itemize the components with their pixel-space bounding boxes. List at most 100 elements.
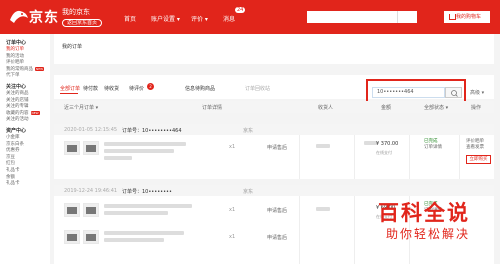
sidebar-group-title: 订单中心	[6, 40, 27, 46]
order-price: ¥ 370.00	[376, 141, 399, 147]
product-image[interactable]	[83, 230, 99, 244]
product-title-blurred[interactable]	[104, 149, 174, 153]
product-image[interactable]	[64, 230, 80, 244]
column-divider	[409, 135, 410, 179]
site-search-button[interactable]	[397, 11, 417, 23]
order-search-input[interactable]: 10•••••••464	[372, 87, 445, 98]
watermark-logo: 百科全说 助你轻松解决	[378, 200, 470, 242]
message-count-badge: 24	[235, 7, 246, 13]
new-badge: NEW	[35, 66, 45, 71]
order-item: 2020-01-05 12:15:45 订单号：10••••••••464 京东…	[54, 124, 494, 179]
tab-all-orders[interactable]: 全部订单	[60, 85, 80, 92]
cart-icon	[449, 14, 456, 20]
col-actions: 操作	[471, 105, 482, 111]
search-icon	[451, 90, 458, 97]
active-tab-underline	[60, 93, 78, 94]
tab-pending-receipt[interactable]: 待收货	[104, 85, 119, 92]
order-recycle-bin-link[interactable]: 订单回收站	[245, 85, 270, 92]
shop-name[interactable]: 京东	[243, 188, 253, 195]
column-divider	[459, 135, 460, 179]
order-status: 已完成 订单详情	[424, 139, 442, 151]
view-invoice-link[interactable]: 查看发票	[466, 145, 484, 151]
sidebar-item-followed-events[interactable]: 关注的活动	[6, 117, 50, 124]
advanced-search-link[interactable]: 高级 ▾	[470, 89, 484, 96]
quantity: x1	[229, 234, 236, 240]
quantity: x1	[229, 207, 236, 213]
order-header: 2020-01-05 12:15:45 订单号：10••••••••464 京东	[54, 124, 494, 135]
tab-pending-review[interactable]: 待评价	[129, 85, 144, 92]
watermark-title: 百科全说	[378, 201, 470, 225]
jd-dog-logo-icon[interactable]	[8, 6, 30, 26]
order-date: 2020-01-05 12:15:45	[64, 127, 118, 133]
sidebar-group-orders: 订单中心 我的订单 我的活动 评价晒单 我的常购商品 NEW 代下单	[6, 40, 50, 80]
order-date: 2019-12-24 19:46:41	[64, 188, 118, 194]
product-title-blurred[interactable]	[104, 142, 186, 146]
payment-method: 在线支付	[376, 150, 392, 155]
back-home-link[interactable]: 返回京东首页	[62, 19, 102, 27]
product-title-blurred[interactable]	[104, 156, 132, 160]
buy-again-button[interactable]: 立即购买	[466, 155, 491, 164]
apply-after-sale-link[interactable]: 申请售后	[267, 234, 287, 241]
col-status-filter[interactable]: 全部状态 ▾	[424, 104, 448, 111]
product-title-blurred[interactable]	[104, 238, 164, 242]
my-jd-title: 我的京东	[62, 8, 90, 16]
top-header: 京东 我的京东 返回京东首页 首页 账户设置 ▾ 评价 ▾ 消息 24 我的购物…	[0, 0, 500, 34]
order-table-header: 近三个月订单 ▾ 订单详情 收货人 金额 全部状态 ▾ 操作	[54, 101, 494, 113]
col-consignee: 收货人	[318, 105, 334, 111]
column-divider	[354, 135, 355, 179]
brand-name[interactable]: 京东	[29, 7, 59, 27]
consignee-blurred	[316, 144, 330, 148]
product-image[interactable]	[64, 141, 80, 155]
apply-after-sale-link[interactable]: 申请售后	[267, 144, 287, 151]
left-sidebar: 订单中心 我的订单 我的活动 评价晒单 我的常购商品 NEW 代下单 关注中心 关…	[0, 34, 50, 264]
nav-home[interactable]: 首页	[124, 14, 136, 23]
product-title-blurred[interactable]	[104, 211, 168, 215]
watermark-subtitle: 助你轻松解决	[386, 227, 471, 241]
col-order-detail: 订单详情	[202, 105, 223, 111]
sidebar-item-vault[interactable]: 小金库	[6, 135, 50, 142]
sidebar-group-assets: 资产中心 小金库 京东白条 优惠券 京豆 红包 礼品卡 余额 礼品卡	[6, 128, 50, 188]
consignee-blurred	[316, 207, 330, 211]
nav-reviews[interactable]: 评价 ▾	[191, 14, 208, 23]
sidebar-item-label: 收藏的内容	[6, 110, 29, 116]
column-divider	[354, 196, 355, 264]
sidebar-group-follow: 关注中心 关注的商品 关注的店铺 关注的专辑 收藏的内容 NEW 关注的活动	[6, 84, 50, 124]
column-divider	[299, 196, 300, 264]
shop-name[interactable]: 京东	[243, 127, 253, 134]
sidebar-item-followed-albums[interactable]: 关注的专辑	[6, 104, 50, 111]
sidebar-item-my-orders[interactable]: 我的订单	[6, 47, 50, 54]
product-title-blurred[interactable]	[104, 204, 192, 208]
sidebar-item-coupons[interactable]: 优惠券	[6, 148, 50, 155]
site-search-input[interactable]	[307, 11, 397, 23]
sidebar-group-title: 关注中心	[6, 83, 27, 90]
sidebar-item-gift-cards[interactable]: 礼品卡	[6, 168, 50, 175]
sidebar-item-label: 我的常购商品	[6, 66, 33, 72]
order-detail-link[interactable]: 订单详情	[424, 145, 442, 151]
column-divider	[299, 135, 300, 179]
pending-review-count-badge: 2	[147, 83, 154, 90]
product-image[interactable]	[83, 141, 99, 155]
order-number[interactable]: 订单号：10••••••••464	[122, 127, 182, 134]
pending-purchase-link[interactable]: 信息待购商品	[185, 85, 215, 92]
quantity: x1	[229, 144, 236, 150]
sidebar-item-red-packets[interactable]: 红包	[6, 161, 50, 168]
sidebar-group-title: 资产中心	[6, 127, 27, 134]
sidebar-item-gift-cards-2[interactable]: 礼品卡	[6, 181, 50, 188]
order-search-button[interactable]	[445, 87, 462, 98]
apply-after-sale-link[interactable]: 申请售后	[267, 207, 287, 214]
page-title: 我的订单	[54, 34, 494, 64]
sidebar-item-proxy-order[interactable]: 代下单	[6, 73, 50, 80]
sidebar-item-followed-products[interactable]: 关注的商品	[6, 91, 50, 98]
col-time-filter[interactable]: 近三个月订单 ▾	[64, 104, 98, 111]
product-image[interactable]	[64, 203, 80, 217]
order-header: 2019-12-24 19:46:41 订单号：10•••••••• 京东	[54, 185, 494, 196]
product-title-blurred[interactable]	[104, 231, 184, 235]
order-number[interactable]: 订单号：10••••••••	[122, 188, 172, 195]
tab-pending-payment[interactable]: 待付款	[83, 85, 98, 92]
nav-messages[interactable]: 消息	[223, 14, 235, 23]
nav-account-settings[interactable]: 账户设置 ▾	[151, 14, 180, 23]
order-actions: 评价晒单 查看发票	[466, 139, 484, 151]
sidebar-item-reviews[interactable]: 评价晒单	[6, 60, 50, 67]
product-image[interactable]	[83, 203, 99, 217]
col-amount: 金额	[381, 105, 392, 111]
